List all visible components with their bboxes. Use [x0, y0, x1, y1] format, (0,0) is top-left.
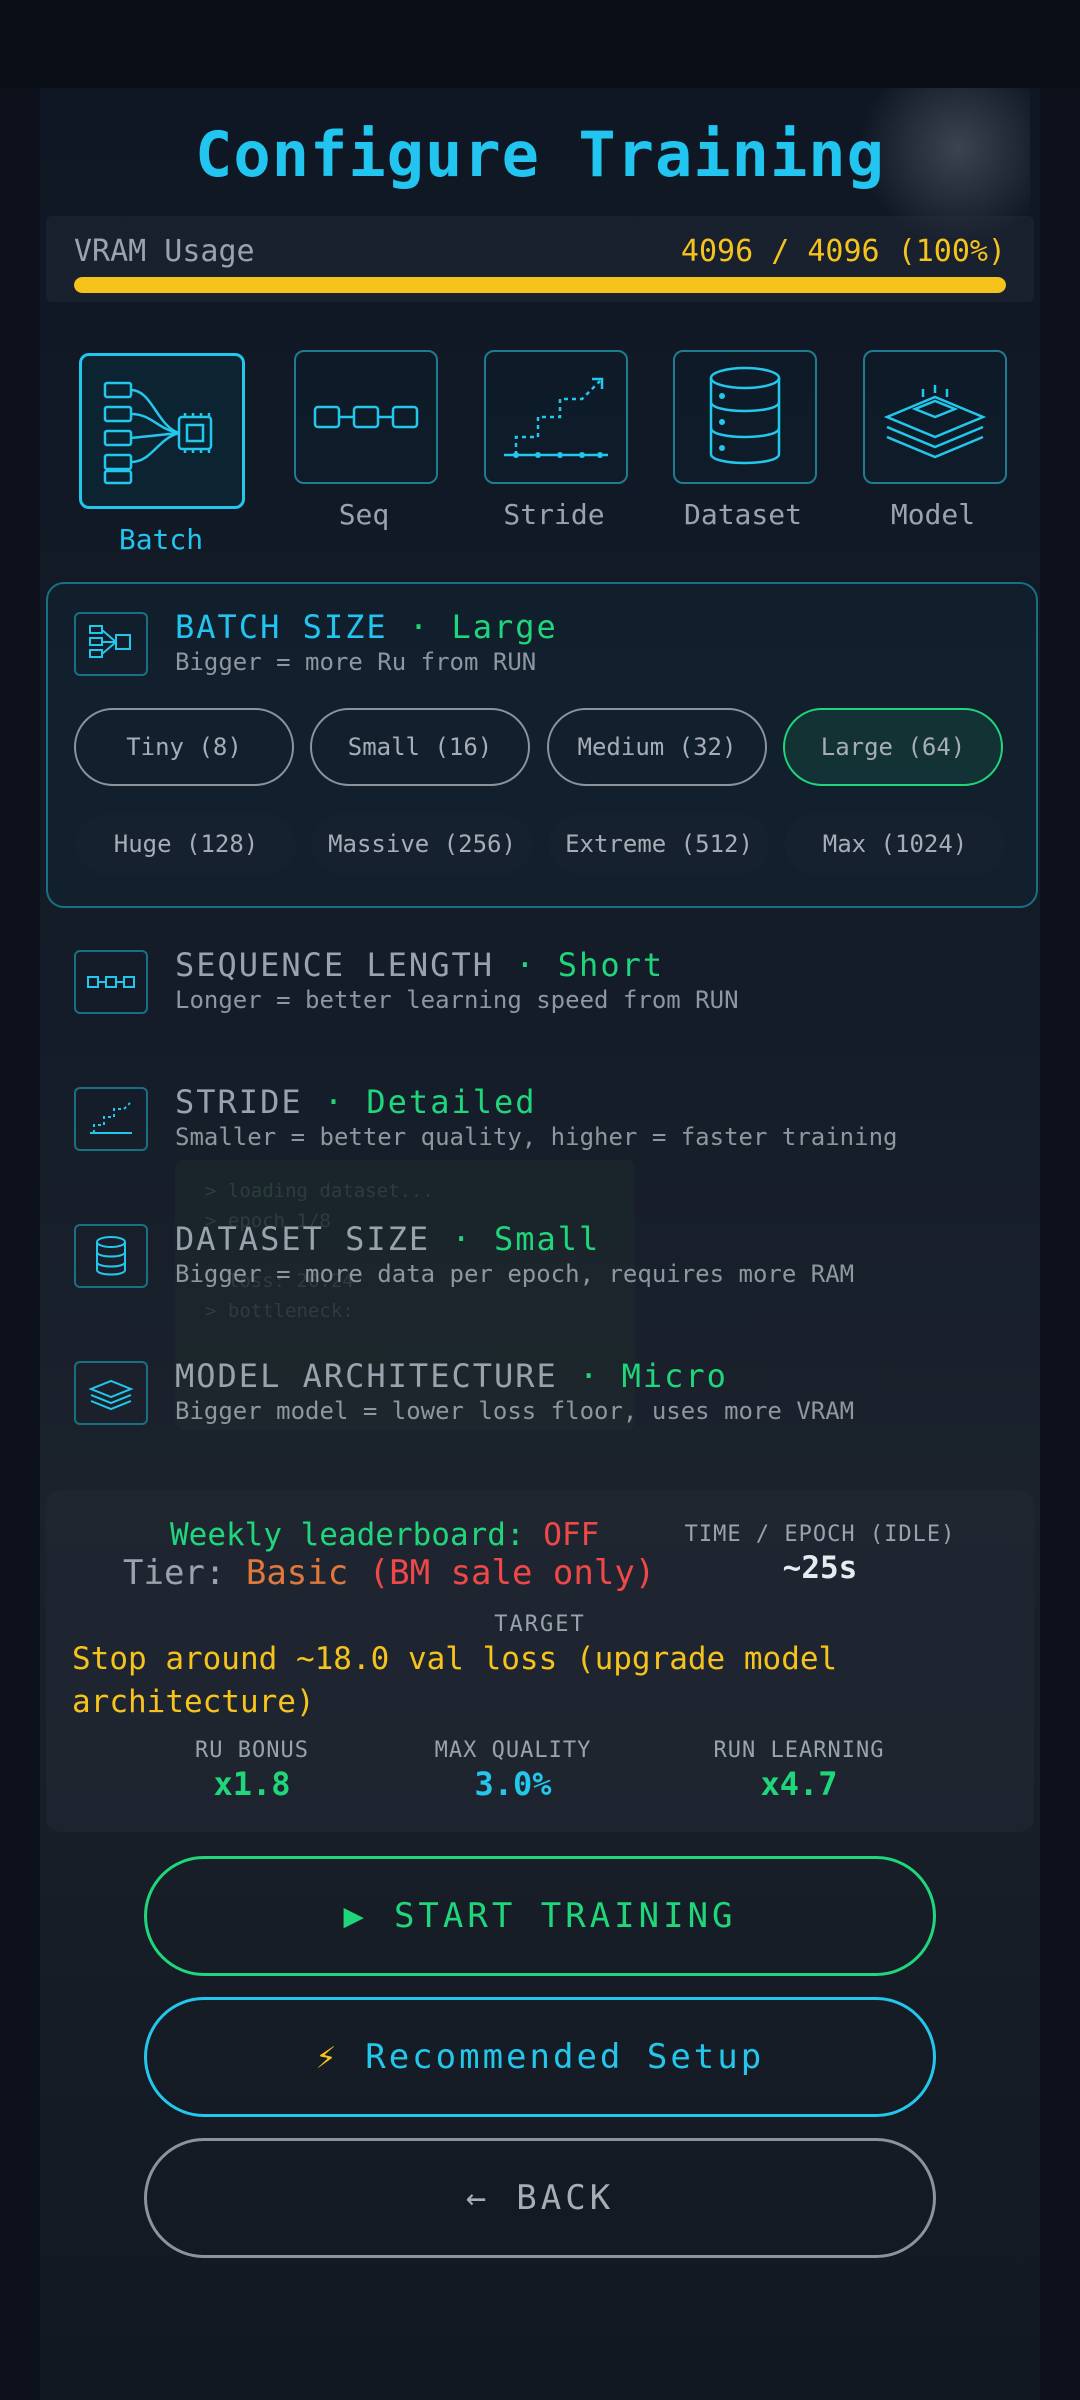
stride-section-icon	[74, 1087, 148, 1151]
vram-label: VRAM Usage	[74, 234, 255, 269]
dataset-section-title: DATASET SIZE · Small	[175, 1220, 601, 1258]
leaderboard-status: Weekly leaderboard: OFF	[170, 1517, 600, 1553]
target-label: TARGET	[494, 1612, 586, 1637]
tab-label: Batch	[118, 523, 204, 556]
tab-dataset[interactable]: Dataset	[673, 350, 817, 531]
time-per-epoch-value: ~25s	[782, 1550, 858, 1586]
vram-value: 4096 / 4096 (100%)	[680, 234, 1006, 269]
stat-value: 3.0%	[474, 1765, 552, 1803]
sequence-section-title: SEQUENCE LENGTH · Short	[175, 946, 665, 984]
batch-option-massive[interactable]: Massive (256)	[312, 814, 532, 874]
stat-label: MAX QUALITY	[434, 1738, 592, 1763]
stride-section-title: STRIDE · Detailed	[175, 1083, 537, 1121]
tab-batch[interactable]: Batch	[79, 353, 245, 556]
tab-stride[interactable]: Stride	[484, 350, 628, 531]
tab-seq[interactable]: Seq	[294, 350, 438, 531]
stat-run-learning: RUN LEARNING x4.7	[689, 1738, 909, 1803]
stat-ru-bonus: RU BONUS x1.8	[142, 1738, 362, 1803]
batch-option-medium[interactable]: Medium (32)	[547, 708, 767, 786]
vram-progress-bar	[74, 277, 1006, 293]
batch-section-icon	[74, 612, 148, 676]
dataset-section-icon	[74, 1224, 148, 1288]
tier-status: Tier: Basic (BM sale only)	[123, 1553, 656, 1593]
batch-section-title: BATCH SIZE · Large	[175, 608, 558, 646]
arrow-left-icon: ←	[465, 2178, 491, 2218]
tab-label: Model	[890, 498, 976, 531]
stat-value: x4.7	[760, 1765, 838, 1803]
play-icon: ▶	[343, 1896, 368, 1936]
tab-label: Seq	[338, 498, 390, 531]
batch-option-large[interactable]: Large (64)	[783, 708, 1003, 786]
batch-option-huge[interactable]: Huge (128)	[76, 814, 296, 874]
start-training-button[interactable]: ▶ START TRAINING	[144, 1856, 936, 1976]
model-section-desc: Bigger model = lower loss floor, uses mo…	[175, 1397, 855, 1425]
batch-option-tiny[interactable]: Tiny (8)	[74, 708, 294, 786]
recommended-setup-label: Recommended Setup	[365, 2037, 765, 2077]
batch-section-desc: Bigger = more Ru from RUN	[175, 648, 537, 676]
stat-label: RU BONUS	[195, 1738, 309, 1763]
model-section-title: MODEL ARCHITECTURE · Micro	[175, 1357, 728, 1395]
batch-option-extreme[interactable]: Extreme (512)	[549, 814, 769, 874]
model-layers-icon	[863, 350, 1007, 484]
dataset-section-desc: Bigger = more data per epoch, requires m…	[175, 1260, 855, 1288]
tab-label: Stride	[503, 498, 605, 531]
vram-progress-fill	[74, 277, 1006, 293]
stat-label: RUN LEARNING	[713, 1738, 885, 1763]
tab-label: Dataset	[683, 498, 802, 531]
time-per-epoch-label: TIME / EPOCH (IDLE)	[684, 1522, 956, 1547]
top-status-bar	[0, 0, 1080, 88]
back-label: BACK	[516, 2178, 615, 2218]
batch-option-small[interactable]: Small (16)	[310, 708, 530, 786]
sequence-section-desc: Longer = better learning speed from RUN	[175, 986, 739, 1014]
back-button[interactable]: ← BACK	[144, 2138, 936, 2258]
tab-model[interactable]: Model	[863, 350, 1007, 531]
lightning-icon: ⚡	[315, 2037, 340, 2077]
recommended-setup-button[interactable]: ⚡ Recommended Setup	[144, 1997, 936, 2117]
batch-option-max[interactable]: Max (1024)	[785, 814, 1005, 874]
target-text: Stop around ~18.0 val loss (upgrade mode…	[72, 1641, 838, 1720]
start-training-label: START TRAINING	[393, 1896, 737, 1936]
stat-max-quality: MAX QUALITY 3.0%	[403, 1738, 623, 1803]
stride-icon	[484, 350, 628, 484]
batch-chip-icon	[79, 353, 245, 509]
stride-section-desc: Smaller = better quality, higher = faste…	[175, 1123, 898, 1151]
page-title: Configure Training	[195, 118, 885, 191]
stat-value: x1.8	[213, 1765, 291, 1803]
sequence-icon	[294, 350, 438, 484]
sequence-section-icon	[74, 950, 148, 1014]
model-section-icon	[74, 1361, 148, 1425]
dataset-icon	[673, 350, 817, 484]
